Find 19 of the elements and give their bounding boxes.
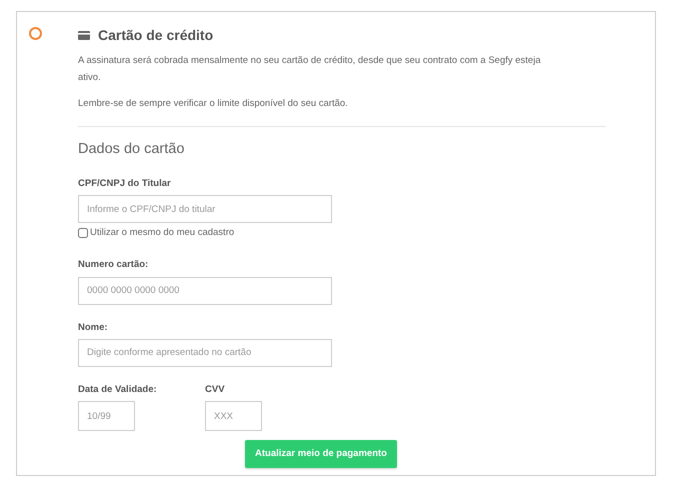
checkbox[interactable] [78, 228, 88, 238]
name-field[interactable]: Digite conforme apresentado no cartão [78, 338, 332, 367]
field-label: Nome: [78, 320, 109, 334]
field-label: CVV [205, 382, 226, 397]
radio-button[interactable] [29, 27, 42, 40]
field-label: Data de Validade: [78, 382, 158, 397]
field-label: Numero cartão: [78, 258, 150, 272]
card-number-field[interactable]: 0000 0000 0000 0000 [78, 276, 332, 304]
checkbox-label: Utilizar o mesmo do meu cadastro [90, 226, 234, 240]
document-field[interactable]: Informe o CPF/CNPJ do titular [78, 195, 332, 223]
option-title: Cartão de crédito [98, 26, 214, 44]
field-label: CPF/CNPJ do Titular [78, 176, 172, 191]
expiry-field[interactable]: 10/99 [78, 401, 135, 431]
credit-card-icon [78, 30, 90, 40]
description-text: A assinatura será cobrada mensalmente no seu cartão de crédito, desde que seu contrato com a Segfy esteja ativo. [78, 54, 542, 85]
update-payment-button[interactable]: Atualizar meio de pagamento [245, 440, 397, 468]
section-title: Dados do cartão [78, 140, 186, 159]
cvv-field[interactable]: XXX [205, 401, 262, 431]
description-text: Lembre-se de sempre verificar o limite disponível do seu cartão. [78, 97, 349, 111]
